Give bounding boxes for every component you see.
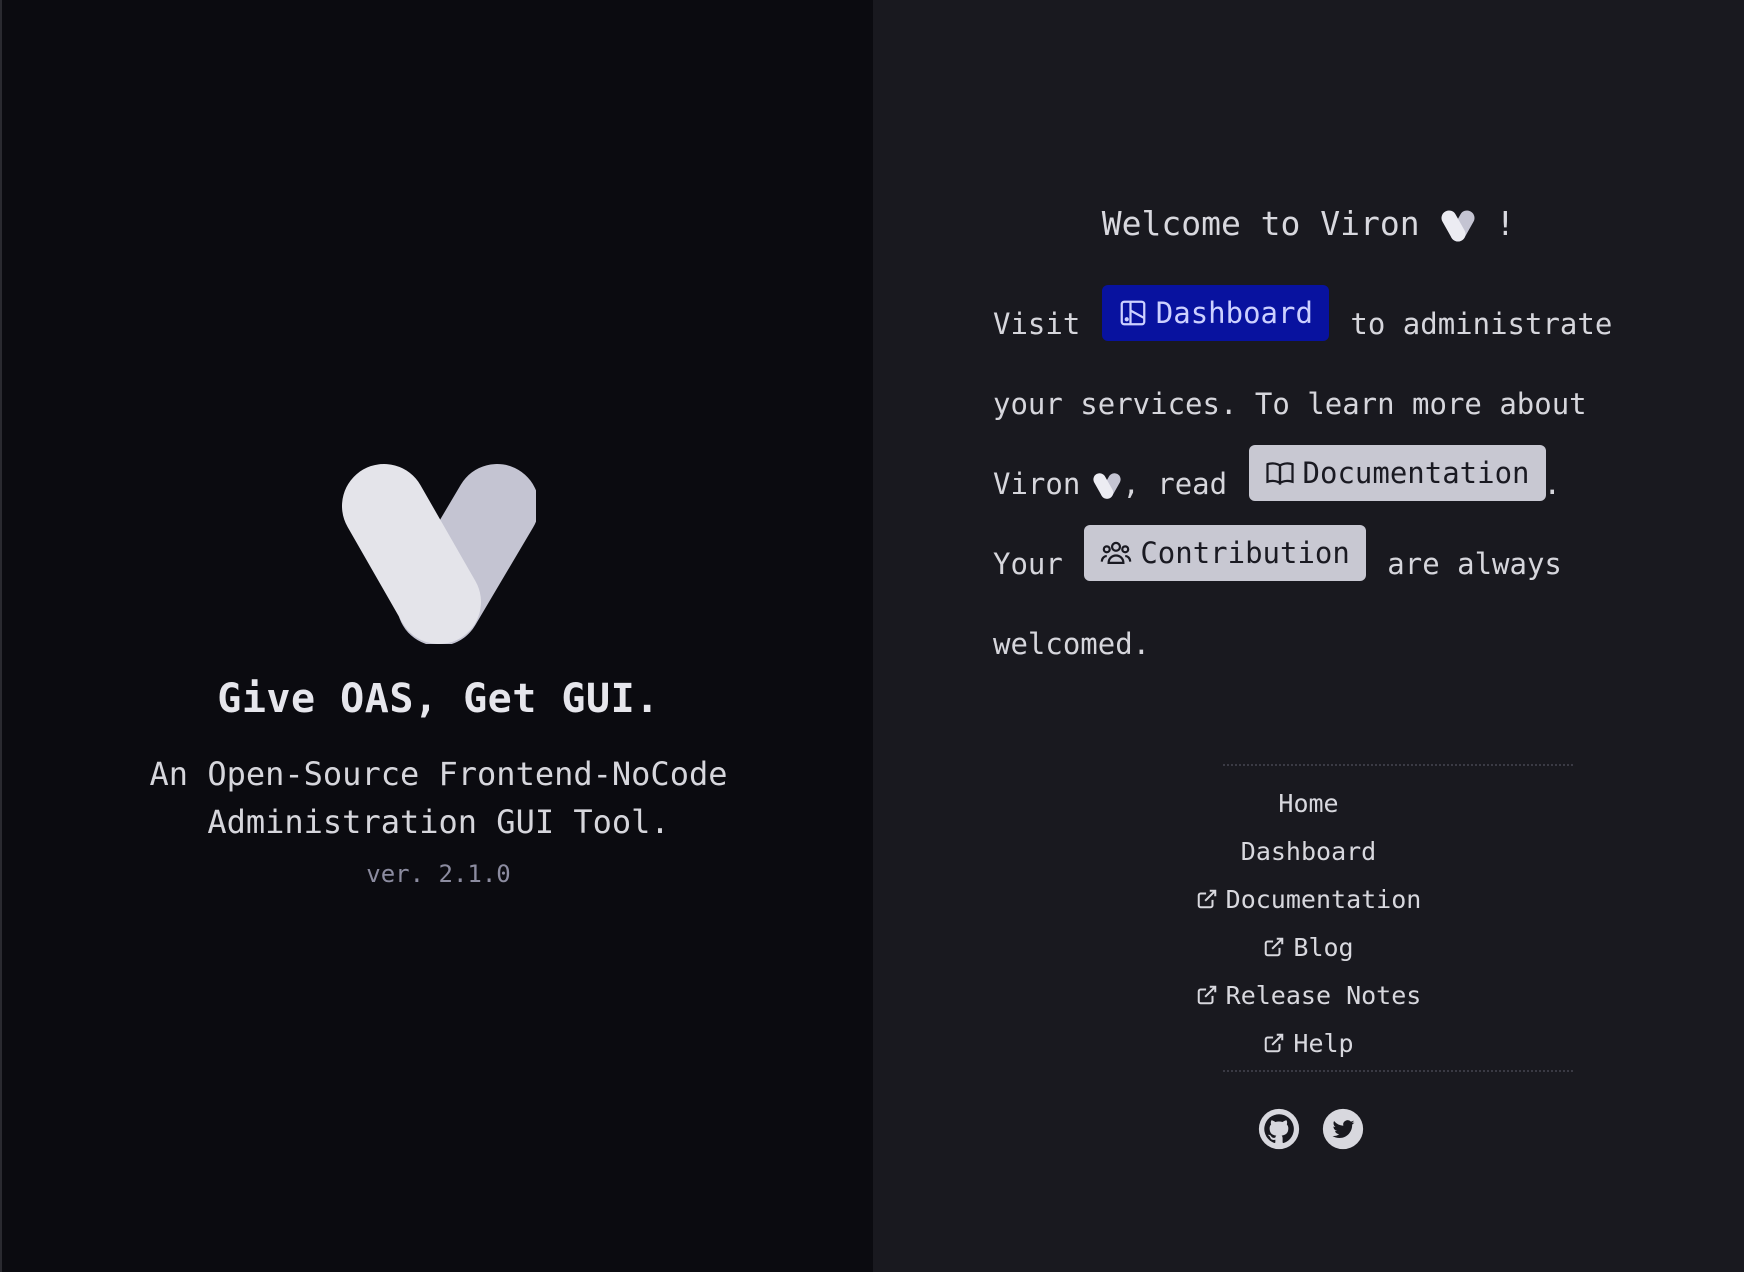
intro-paragraph: Visit Dashboard to administrate your ser… <box>993 284 1633 684</box>
app-root: Give OAS, Get GUI. An Open-Source Fronte… <box>0 0 1744 1272</box>
external-link-icon <box>1265 937 1284 957</box>
social-links <box>873 1108 1744 1150</box>
nav-documentation[interactable]: Documentation <box>873 875 1744 923</box>
external-link-icon <box>1197 985 1216 1005</box>
dashboard-button[interactable]: Dashboard <box>1101 285 1329 341</box>
text-visit: Visit <box>993 307 1081 341</box>
text-comma-read: , read <box>1122 467 1228 501</box>
viron-heart-icon <box>1441 210 1474 241</box>
welcome-text: Welcome to Viron <box>1101 204 1420 243</box>
github-link[interactable] <box>1258 1108 1300 1150</box>
text-to-admin: to administrate <box>1350 307 1613 341</box>
dashboard-icon <box>1120 300 1146 326</box>
nav-release-notes-label: Release Notes <box>1225 980 1422 1010</box>
nav-documentation-label: Documentation <box>1225 884 1422 914</box>
text-viron: Viron <box>993 467 1081 501</box>
brand-pane: Give OAS, Get GUI. An Open-Source Fronte… <box>0 0 873 1272</box>
nav-release-notes[interactable]: Release Notes <box>873 971 1744 1019</box>
viron-heart-small-icon <box>1093 473 1121 499</box>
dashboard-button-label: Dashboard <box>1155 296 1313 330</box>
twitter-icon <box>1322 1108 1363 1150</box>
subtitle-line-1: An Open-Source Frontend-NoCode <box>149 755 728 793</box>
viron-logo <box>342 464 536 644</box>
subtitle-line-2: Administration GUI Tool. <box>207 803 670 841</box>
nav-blog[interactable]: Blog <box>873 923 1744 971</box>
subtitle: An Open-Source Frontend-NoCode Administr… <box>2 750 875 846</box>
para-line-5: welcomed. <box>993 604 1633 684</box>
nav-blog-label: Blog <box>1293 932 1354 962</box>
para-line-4: Your Contribution are always <box>993 524 1633 604</box>
nav-help-label: Help <box>1293 1028 1354 1058</box>
text-your-services: your services. To learn more about <box>993 387 1587 421</box>
welcome-heading: Welcome to Viron ! <box>873 204 1744 243</box>
external-link-icon <box>1197 889 1216 909</box>
external-link-icon <box>1265 1033 1284 1053</box>
nav-help[interactable]: Help <box>873 1019 1744 1067</box>
nav-dashboard-label: Dashboard <box>1240 836 1377 866</box>
welcome-pane: Welcome to Viron ! Visit Dashboard to ad… <box>873 0 1744 1272</box>
text-welcomed: welcomed. <box>993 627 1151 661</box>
nav-home[interactable]: Home <box>873 779 1744 827</box>
twitter-link[interactable] <box>1322 1108 1364 1150</box>
para-line-2: your services. To learn more about <box>993 364 1633 444</box>
text-are-always: are always <box>1387 547 1562 581</box>
para-line-3: Viron , read Documentation . <box>993 444 1633 524</box>
para-line-1: Visit Dashboard to administrate <box>993 284 1633 364</box>
contribution-button-label: Contribution <box>1140 536 1350 570</box>
nav-divider-bottom <box>1223 1070 1573 1072</box>
version-label: ver. 2.1.0 <box>366 860 511 888</box>
book-open-icon <box>1265 462 1294 486</box>
documentation-button[interactable]: Documentation <box>1248 445 1546 501</box>
text-your: Your <box>993 547 1063 581</box>
text-period: . <box>1543 467 1561 501</box>
nav-divider-top <box>1223 764 1573 766</box>
tagline: Give OAS, Get GUI. <box>217 676 660 722</box>
nav-dashboard[interactable]: Dashboard <box>873 827 1744 875</box>
nav-home-label: Home <box>1278 788 1339 818</box>
github-icon <box>1258 1108 1299 1150</box>
users-icon <box>1101 541 1132 564</box>
documentation-button-label: Documentation <box>1302 456 1530 490</box>
footer-nav: Home Dashboard Documentation Blog Releas… <box>873 779 1744 1067</box>
welcome-exclaim: ! <box>1495 204 1516 243</box>
contribution-button[interactable]: Contribution <box>1084 525 1366 581</box>
